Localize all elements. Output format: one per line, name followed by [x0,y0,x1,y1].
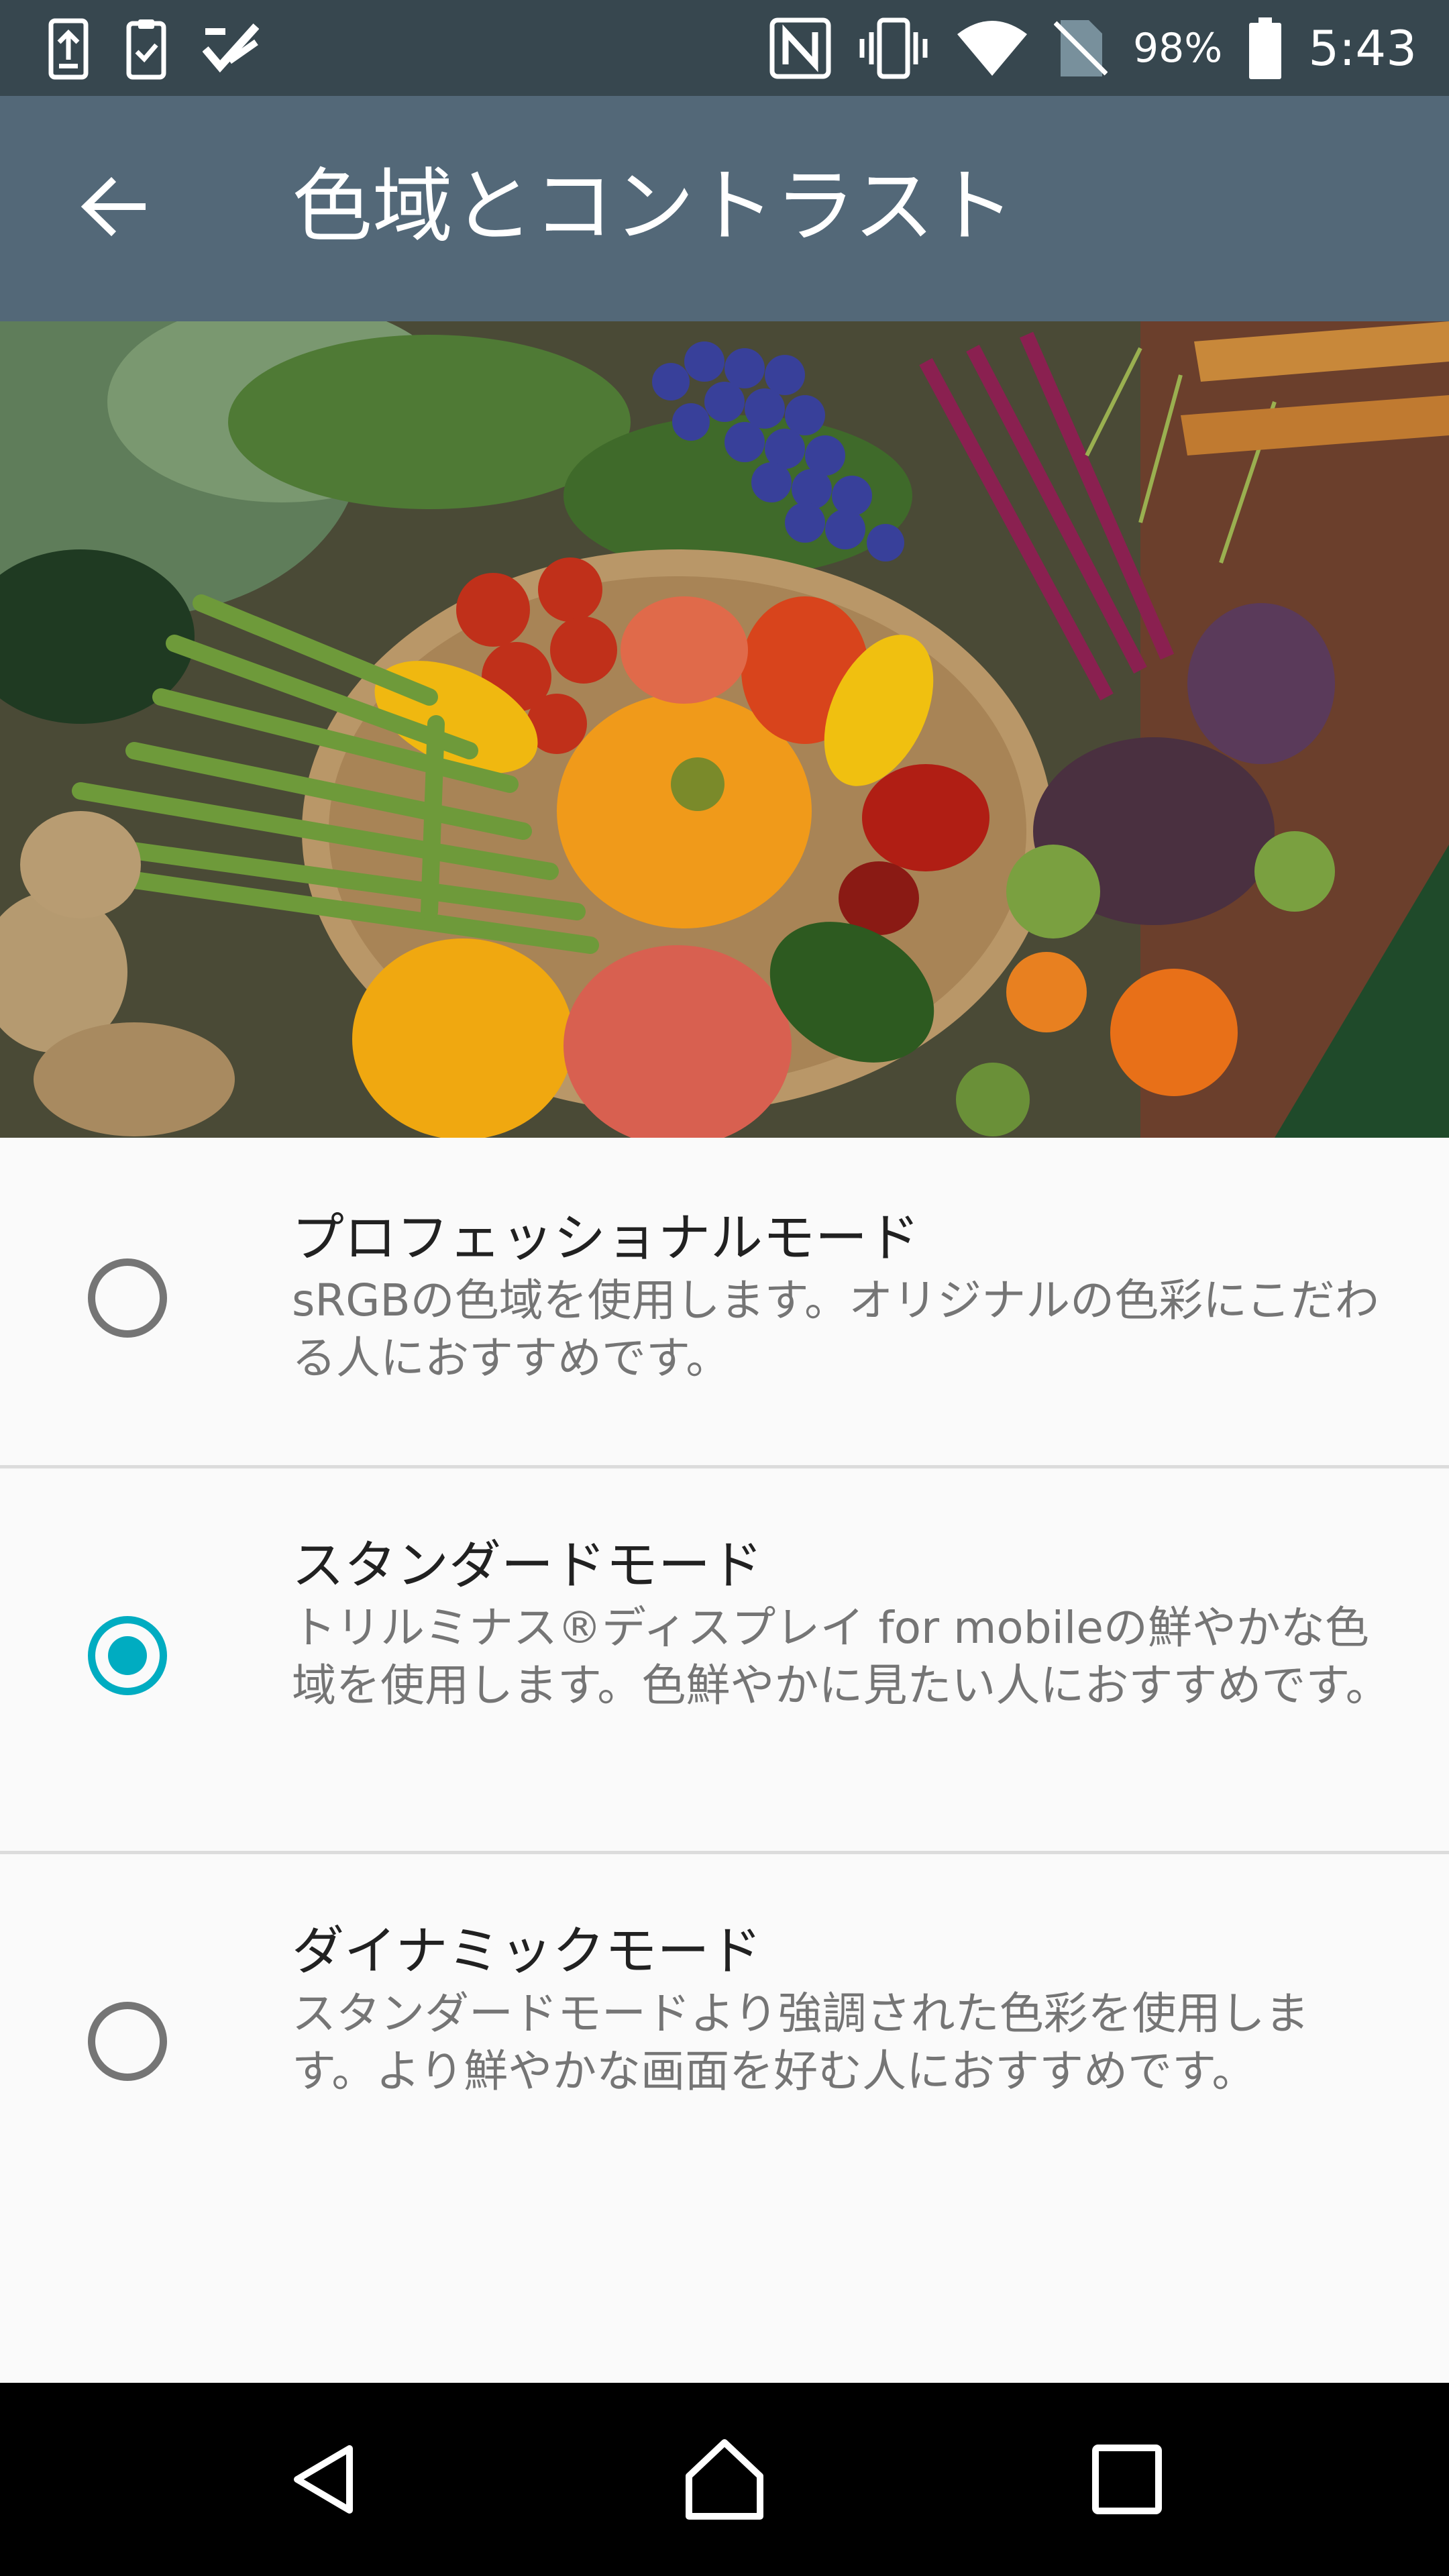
color-gamut-option-list: プロフェッショナルモード sRGBの色域を使用します。オリジナルの色彩にこだわる… [0,1138,1449,2383]
hero-image-vegetables [0,321,1449,1138]
page-title: 色域とコントラスト [292,160,1015,254]
status-bar: 98% 5:43 [0,0,1449,96]
nav-home-button[interactable] [671,2426,778,2533]
app-bar: 色域とコントラスト [0,96,1449,321]
option-summary: トリルミナス®ディスプレイ for mobileの鮮やかな色域を使用します。色鮮… [292,1602,1390,1711]
check-task-icon [203,23,259,73]
nav-recents-button[interactable] [1073,2426,1181,2533]
option-title: プロフェッショナルモード [292,1208,920,1269]
radio-dynamic-mode[interactable] [88,2002,167,2081]
nav-back-button[interactable] [270,2426,378,2533]
option-summary: スタンダードモードより強調された色彩を使用します。より鮮やかな画面を好む人におす… [292,1988,1309,2097]
radio-standard-mode[interactable] [88,1616,167,1695]
recents-icon [1092,2445,1162,2514]
option-professional-mode[interactable]: プロフェッショナルモード sRGBの色域を使用します。オリジナルの色彩にこだわる… [0,1138,1449,1465]
upload-status-icon [48,18,89,80]
no-sim-icon [1053,20,1108,76]
radio-professional-mode[interactable] [88,1258,167,1338]
option-standard-mode[interactable]: スタンダードモード トリルミナス®ディスプレイ for mobileの鮮やかな色… [0,1468,1449,1851]
vegetables-illustration [0,321,1449,1138]
navigation-bar [0,2383,1449,2576]
status-time: 5:43 [1308,20,1417,76]
back-button[interactable] [64,163,164,250]
home-icon [686,2439,763,2520]
battery-icon [1249,17,1282,79]
battery-percent: 98% [1132,25,1223,72]
back-triangle-icon [294,2445,353,2514]
vibrate-icon [859,17,928,79]
status-right-icons: 98% 5:43 [769,15,1417,82]
arrow-back-icon [80,176,146,237]
status-left-icons [47,18,259,80]
wifi-icon [957,21,1027,76]
option-summary: sRGBの色域を使用します。オリジナルの色彩にこだわる人におすすめです。 [292,1275,1379,1384]
option-title: スタンダードモード [292,1536,763,1596]
clipboard-check-icon [126,19,166,80]
option-title: ダイナミックモード [292,1921,762,1982]
option-dynamic-mode[interactable]: ダイナミックモード スタンダードモードより強調された色彩を使用します。より鮮やか… [0,1854,1449,2230]
nfc-icon [769,17,831,79]
